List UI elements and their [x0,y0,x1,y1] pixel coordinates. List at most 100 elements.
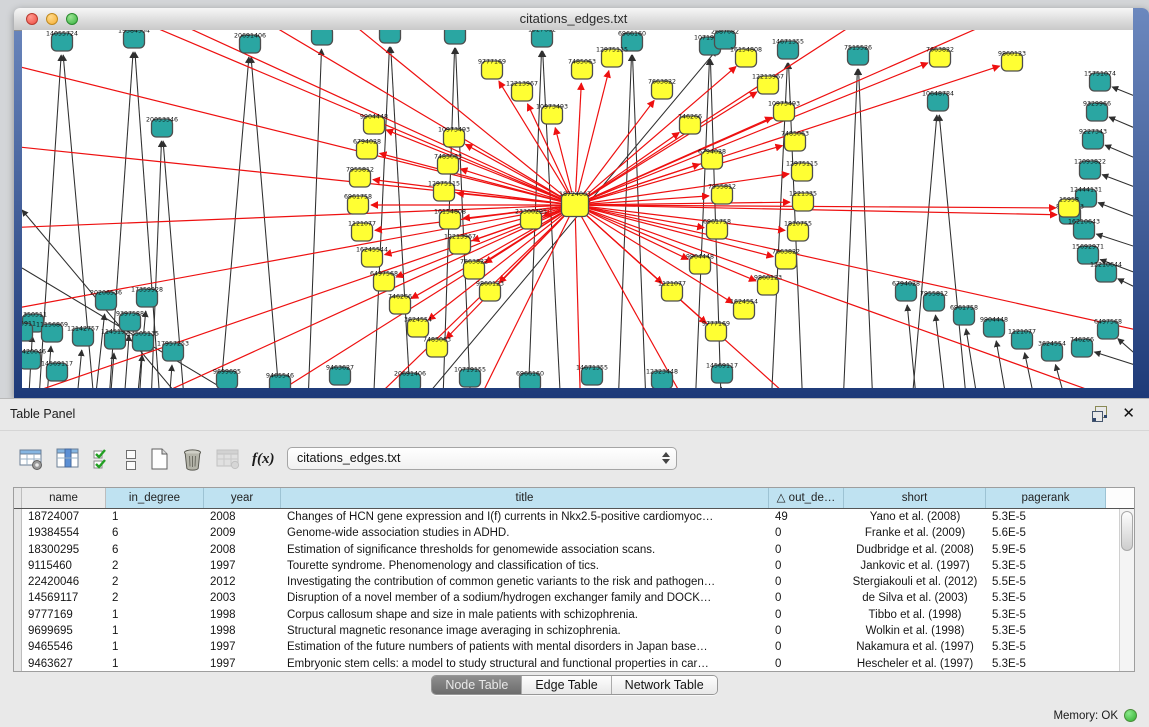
column-header-in_degree[interactable]: in_degree [106,488,204,508]
cell-year[interactable]: 2003 [204,590,281,606]
graph-node[interactable]: 7485063 [781,131,809,152]
cell-pagerank[interactable]: 5.3E-5 [986,590,1106,606]
cell-title[interactable]: Tourette syndrome. Phenomenology and cla… [281,558,769,574]
cell-year[interactable]: 1997 [204,656,281,672]
cell-pagerank[interactable]: 5.3E-5 [986,607,1106,623]
graph-node[interactable]: 12975115 [596,47,628,68]
graph-node[interactable]: 12213967 [444,234,476,255]
tab-edge-table[interactable]: Edge Table [521,676,610,694]
graph-node[interactable]: 12142757 [67,326,99,347]
graph-node[interactable]: 20053346 [146,117,178,138]
graph-node[interactable]: 9699695 [213,369,241,389]
graph-node[interactable]: 12323448 [646,369,678,389]
cell-name[interactable]: 19384554 [22,525,106,541]
table-row[interactable]: 977716911998Corpus callosum shape and si… [14,607,1134,623]
float-panel-icon[interactable] [1092,406,1107,421]
column-header-short[interactable]: short [844,488,986,508]
graph-node[interactable]: 746266 [678,114,702,135]
graph-node[interactable]: 6966160 [516,371,544,389]
cell-out_degree[interactable]: 0 [769,574,844,590]
graph-node[interactable]: 12093822 [1074,159,1106,180]
cell-year[interactable]: 1997 [204,639,281,655]
graph-node[interactable]: 9777169 [478,59,506,80]
cell-in_degree[interactable]: 6 [106,542,204,558]
delete-column-button[interactable] [181,447,204,471]
table-row[interactable]: 1830029562008Estimation of significance … [14,542,1134,558]
table-row[interactable]: 946554611997Estimation of the future num… [14,639,1134,655]
graph-node[interactable]: 6794028 [353,139,381,160]
delete-table-button[interactable] [215,447,241,471]
graph-node[interactable]: 6961758 [950,305,978,326]
column-header-title[interactable]: title [281,488,769,508]
graph-node[interactable]: 9904448 [980,317,1008,338]
graph-node[interactable]: 1221335 [789,191,817,212]
create-column-button[interactable] [149,447,170,471]
graph-node[interactable]: 14671355 [772,39,804,60]
window-titlebar[interactable]: citations_edges.txt [14,8,1133,31]
cell-title[interactable]: Corpus callosum shape and size in male p… [281,607,769,623]
cell-name[interactable]: 18300295 [22,542,106,558]
cell-name[interactable]: 18724007 [22,509,106,525]
graph-node[interactable]: 9115460 [376,30,404,43]
graph-node[interactable]: 6961758 [344,194,372,215]
cell-name[interactable]: 9463627 [22,656,106,672]
cell-pagerank[interactable]: 5.3E-5 [986,656,1106,672]
graph-node[interactable]: 12210644 [1090,262,1122,283]
cell-pagerank[interactable]: 5.3E-5 [986,623,1106,639]
graph-node[interactable]: 9904448 [686,254,714,275]
network-canvas[interactable]: 1405572419384554206914061830029591154601… [22,30,1133,388]
table-row[interactable]: 969969511998Structural magnetic resonanc… [14,623,1134,639]
cell-name[interactable]: 14569117 [22,590,106,606]
cell-year[interactable]: 2009 [204,525,281,541]
graph-node[interactable]: 7515526 [844,45,872,66]
graph-node[interactable]: 6794028 [892,281,920,302]
cell-short[interactable]: de Silva et al. (2003) [844,590,986,606]
graph-node[interactable]: 17957253 [157,341,189,362]
cell-out_degree[interactable]: 0 [769,590,844,606]
graph-node[interactable]: 1624554 [730,299,758,320]
graph-node[interactable]: 9777169 [702,321,730,342]
cell-title[interactable]: Estimation of significance thresholds fo… [281,542,769,558]
cell-title[interactable]: Estimation of the future numbers of pati… [281,639,769,655]
cell-out_degree[interactable]: 49 [769,509,844,525]
cell-pagerank[interactable]: 5.3E-5 [986,558,1106,574]
cell-out_degree[interactable]: 0 [769,639,844,655]
cell-year[interactable]: 2008 [204,542,281,558]
cell-in_degree[interactable]: 6 [106,525,204,541]
graph-node[interactable]: 7663822 [926,47,954,68]
table-row[interactable]: 1938455462009Genome-wide association stu… [14,525,1134,541]
graph-node[interactable]: 10973493 [536,104,568,125]
graph-node[interactable]: 7955812 [708,184,736,205]
cell-out_degree[interactable]: 0 [769,623,844,639]
cell-name[interactable]: 9777169 [22,607,106,623]
graph-node[interactable]: 3624554 [404,317,432,338]
cell-pagerank[interactable]: 5.3E-5 [986,509,1106,525]
cell-out_degree[interactable]: 0 [769,558,844,574]
graph-node[interactable]: 746266 [1070,337,1094,358]
graph-node[interactable]: 15958 [1059,197,1080,218]
cell-short[interactable]: Hescheler et al. (1997) [844,656,986,672]
graph-node[interactable]: 1810755 [784,221,812,242]
graph-node[interactable]: 6794028 [698,149,726,170]
cell-title[interactable]: Embryonic stem cells: a model to study s… [281,656,769,672]
graph-node[interactable]: 14569117 [41,361,73,382]
graph-node[interactable]: 9227343 [1079,129,1107,150]
graph-node[interactable]: 1121077 [348,221,376,242]
graph-node[interactable]: 7485063 [568,59,596,80]
table-row[interactable]: 946362711997Embryonic stem cells: a mode… [14,656,1134,672]
graph-node[interactable]: 9463627 [326,365,354,386]
graph-node[interactable]: 9329966 [1083,101,1111,122]
graph-node[interactable]: 746266 [388,294,412,315]
cell-pagerank[interactable]: 5.9E-5 [986,542,1106,558]
cell-pagerank[interactable]: 5.6E-5 [986,525,1106,541]
cell-in_degree[interactable]: 2 [106,590,204,606]
cell-out_degree[interactable]: 0 [769,525,844,541]
graph-node[interactable]: 7663822 [772,249,800,270]
cell-title[interactable]: Genome-wide association studies in ADHD. [281,525,769,541]
graph-node[interactable]: 7485063 [423,337,451,358]
cell-in_degree[interactable]: 2 [106,574,204,590]
show-columns-button[interactable] [55,447,81,471]
cell-out_degree[interactable]: 0 [769,542,844,558]
cell-title[interactable]: Changes of HCN gene expression and I(f) … [281,509,769,525]
graph-node[interactable]: 14055724 [46,31,78,52]
